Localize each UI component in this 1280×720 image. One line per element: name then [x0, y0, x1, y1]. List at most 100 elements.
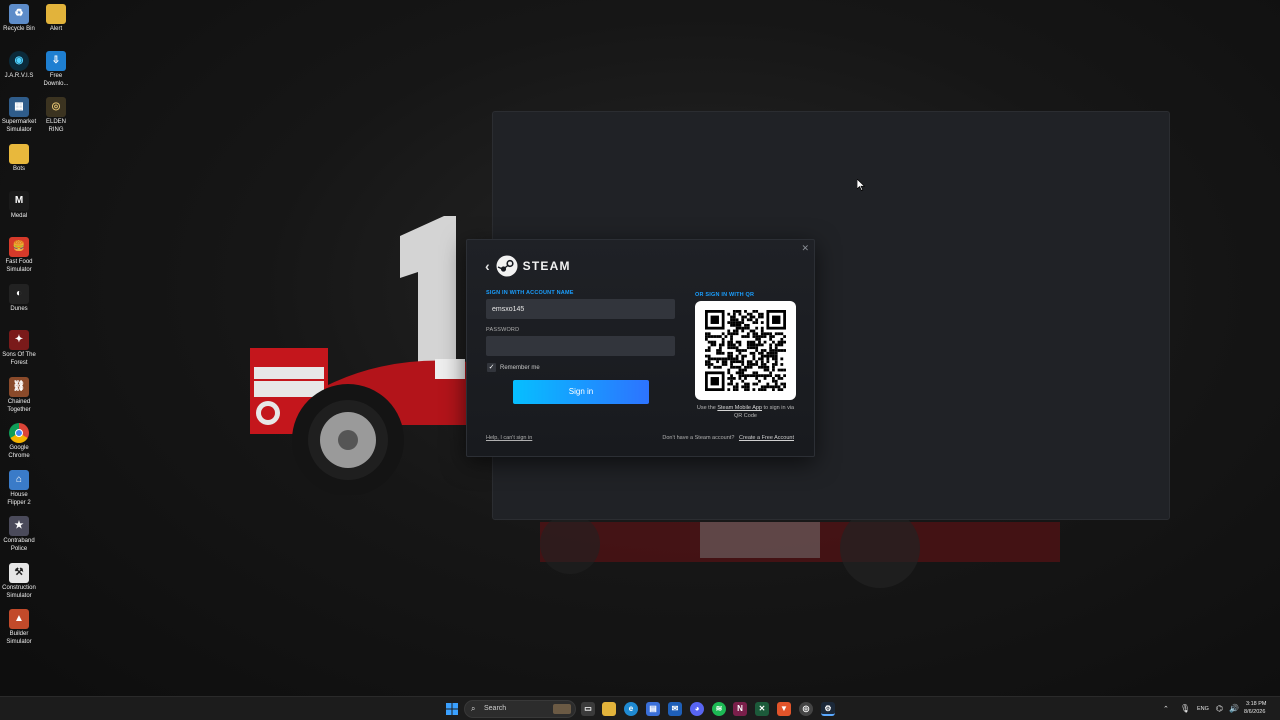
tray-chevron-icon[interactable]: ⌃	[1163, 705, 1169, 713]
wallpaper-race-car	[250, 348, 492, 495]
volume-icon[interactable]: 🔊	[1229, 704, 1239, 713]
chrome-taskbar-icon[interactable]: ◎	[799, 702, 813, 716]
desktop-icon-contraband-police[interactable]: ★ Contraband Police	[1, 516, 37, 553]
desktop-icon-label: ELDEN RING	[45, 119, 66, 133]
desktop-icon-dunes[interactable]: ◐ Dunes	[1, 284, 37, 314]
desktop-icon-label: Supermarket Simulator	[1, 119, 37, 133]
desktop-icon-label: Recycle Bin	[3, 26, 35, 32]
desktop-icon-medal[interactable]: M Medal	[1, 191, 37, 221]
search-icon: ⌕	[471, 704, 476, 713]
desktop-icon-label: Google Chrome	[8, 445, 30, 459]
qr-code-icon	[705, 310, 786, 391]
store-icon[interactable]: ▤	[646, 702, 660, 716]
folder-icon	[46, 4, 66, 24]
chained-together-icon: ⛓	[9, 377, 29, 397]
steam-logo: ‹ STEAM	[485, 255, 571, 277]
desktop-icon-jarvis[interactable]: ◉ J.A.R.V.I.S	[1, 51, 37, 81]
checkmark-icon: ✓	[487, 363, 496, 372]
chrome-icon	[9, 423, 29, 443]
desktop-icon-builder-simulator[interactable]: ▲ Builder Simulator	[1, 609, 37, 646]
close-icon[interactable]: ✕	[801, 243, 809, 254]
elden-ring-icon: ◎	[46, 97, 66, 117]
taskbar: ⌕ Search ▭ e ▤ ✉ ◕ ≋ N ✕ ▼ ◎ ⚙ ⌃ 🎙 ENG ⌬…	[0, 696, 1280, 720]
qr-code	[695, 301, 796, 400]
steam-mobile-app-link[interactable]: Steam Mobile App	[717, 405, 762, 411]
sign-in-button[interactable]: Sign in	[513, 380, 649, 404]
search-label: Search	[484, 705, 507, 712]
search-highlight-icon	[553, 704, 571, 714]
desktop-icon-elden-ring[interactable]: ◎ ELDEN RING	[38, 97, 74, 134]
wallpaper-car-reflection	[540, 518, 1060, 588]
desktop-icon-label: Construction Simulator	[2, 585, 36, 599]
remember-me-label: Remember me	[500, 364, 540, 371]
download-icon: ⇩	[46, 51, 66, 71]
house-icon: ⌂	[9, 470, 29, 490]
desktop-icon-label: Bots	[12, 166, 25, 172]
desktop-icon-label: Dunes	[10, 306, 28, 312]
password-label: PASSWORD	[486, 327, 520, 333]
mail-icon[interactable]: ✉	[668, 702, 682, 716]
desktop-icon-google-chrome[interactable]: Google Chrome	[1, 423, 37, 460]
password-input[interactable]	[486, 336, 675, 356]
desktop-icon-chained-together[interactable]: ⛓ Chained Together	[1, 377, 37, 414]
folder-icon	[9, 144, 29, 164]
qr-caption: Use the Steam Mobile App to sign in via …	[695, 405, 796, 420]
task-view-icon[interactable]: ▭	[581, 702, 595, 716]
back-arrow-icon[interactable]: ‹	[485, 258, 490, 274]
steam-login-dialog: ✕ ‹ STEAM SIGN IN WITH ACCOUNT NAME PASS…	[466, 239, 815, 457]
desktop-icon-label: Chained Together	[7, 399, 31, 413]
create-account-row: Don't have a Steam account? Create a Fre…	[662, 435, 794, 441]
brave-icon[interactable]: ▼	[777, 702, 791, 716]
steam-logo-icon	[496, 255, 518, 277]
desktop-icon-label: Free Downlo...	[43, 73, 69, 87]
sons-of-the-forest-icon: ✦	[9, 330, 29, 350]
jarvis-icon: ◉	[9, 51, 29, 71]
desktop-icon-fast-food-simulator[interactable]: 🍔 Fast Food Simulator	[1, 237, 37, 274]
desktop-icon-label: Medal	[10, 213, 28, 219]
help-cant-sign-in-link[interactable]: Help, I can't sign in	[486, 435, 532, 441]
desktop-icon-supermarket-simulator[interactable]: ▦ Supermarket Simulator	[1, 97, 37, 134]
dunes-icon: ◐	[9, 284, 29, 304]
next-app-icon[interactable]: N	[733, 702, 747, 716]
desktop-icon-free-download[interactable]: ⇩ Free Downlo...	[38, 51, 74, 88]
desktop-icon-label: Alert	[49, 26, 63, 32]
spotify-icon[interactable]: ≋	[712, 702, 726, 716]
fast-food-icon: 🍔	[9, 237, 29, 257]
file-explorer-icon[interactable]	[602, 702, 616, 716]
desktop-icon-label: J.A.R.V.I.S	[4, 73, 34, 79]
account-name-input[interactable]	[486, 299, 675, 319]
start-windows-icon[interactable]	[445, 702, 459, 716]
microphone-icon[interactable]: 🎙	[1180, 704, 1190, 713]
desktop-icon-label: Sons Of The Forest	[2, 352, 36, 366]
mouse-cursor-icon	[857, 179, 865, 191]
qr-sign-in-label: OR SIGN IN WITH QR	[695, 292, 755, 298]
clock-time[interactable]: 3:18 PM	[1246, 701, 1266, 707]
clock-date[interactable]: 8/6/2026	[1244, 709, 1265, 715]
steam-wordmark: STEAM	[522, 259, 571, 273]
edge-icon[interactable]: e	[624, 702, 638, 716]
network-icon[interactable]: ⌬	[1216, 704, 1223, 713]
recycle-bin-icon: ♻	[9, 4, 29, 24]
desktop-icon-bots[interactable]: Bots	[1, 144, 37, 174]
language-indicator[interactable]: ENG	[1197, 706, 1209, 712]
qr-caption-text: Use the	[696, 405, 718, 411]
xbox-icon[interactable]: ✕	[755, 702, 769, 716]
discord-icon[interactable]: ◕	[690, 702, 704, 716]
desktop-icon-house-flipper-2[interactable]: ⌂ House Flipper 2	[1, 470, 37, 507]
police-icon: ★	[9, 516, 29, 536]
supermarket-icon: ▦	[9, 97, 29, 117]
steam-taskbar-icon[interactable]: ⚙	[821, 702, 835, 716]
desktop-icon-label: Builder Simulator	[6, 631, 32, 645]
builder-icon: ▲	[9, 609, 29, 629]
no-account-text: Don't have a Steam account?	[662, 435, 735, 441]
medal-icon: M	[9, 191, 29, 211]
remember-me-checkbox[interactable]: ✓ Remember me	[487, 363, 540, 372]
desktop-icon-alert[interactable]: Alert	[38, 4, 74, 34]
desktop-icon-construction-simulator[interactable]: ⚒ Construction Simulator	[1, 563, 37, 600]
desktop-icon-sons-of-the-forest[interactable]: ✦ Sons Of The Forest	[1, 330, 37, 367]
desktop-icon-label: House Flipper 2	[7, 492, 31, 506]
create-free-account-link[interactable]: Create a Free Account	[739, 435, 794, 441]
desktop-icon-recycle-bin[interactable]: ♻ Recycle Bin	[1, 4, 37, 34]
taskbar-search[interactable]: ⌕ Search	[464, 700, 576, 718]
desktop-icon-label: Fast Food Simulator	[5, 259, 33, 273]
